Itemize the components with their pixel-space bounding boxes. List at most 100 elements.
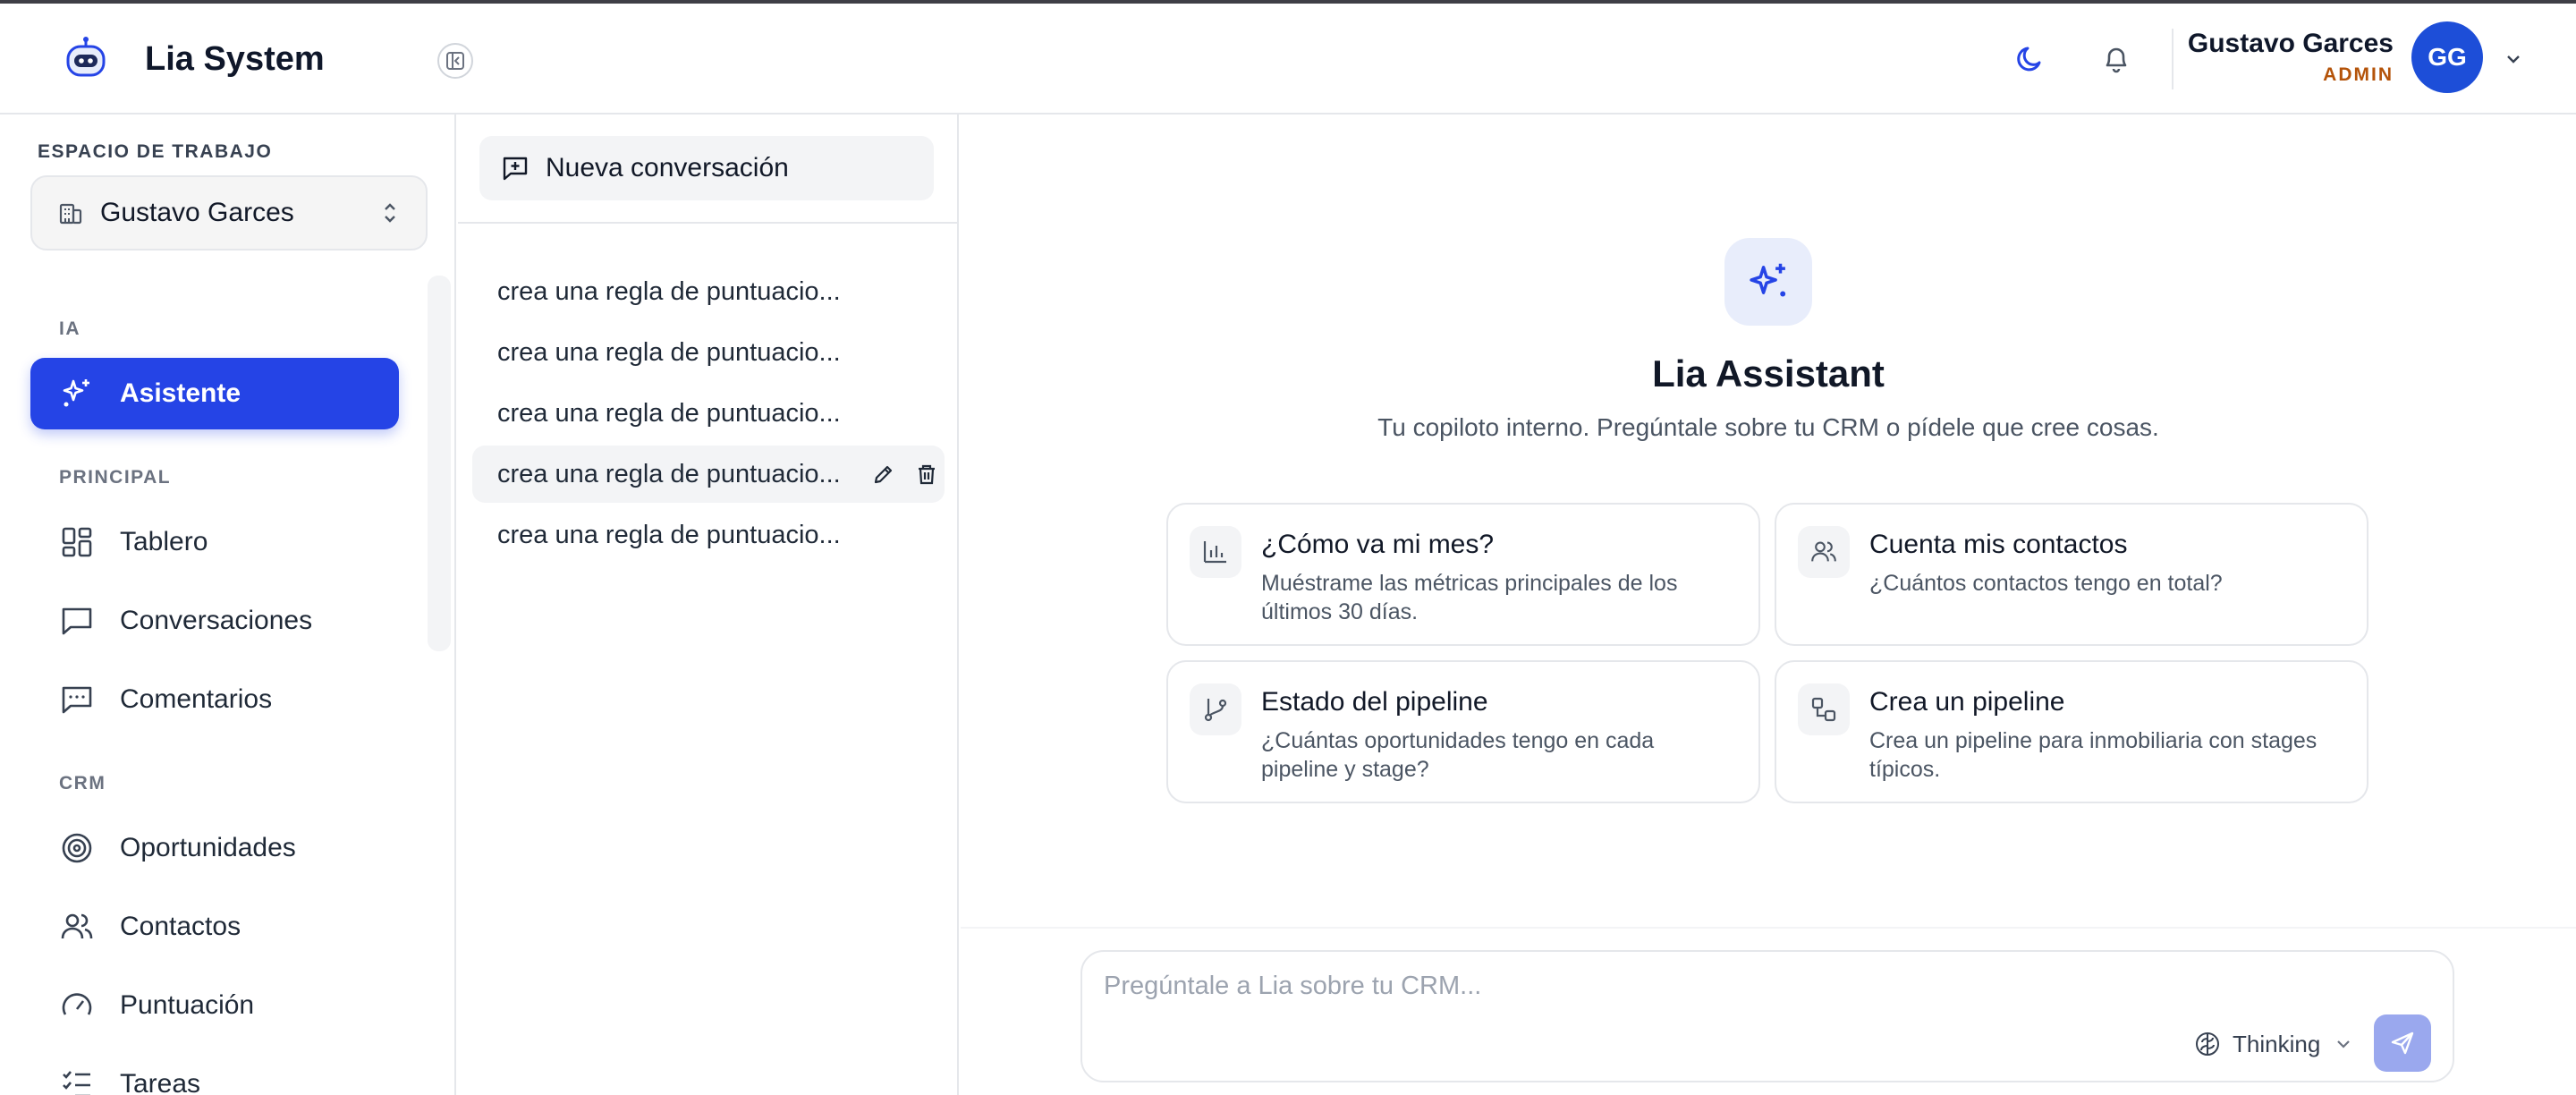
- sidebar-item-label: Contactos: [120, 912, 242, 941]
- user-name: Gustavo Garces: [2187, 29, 2394, 58]
- sidebar-item-puntuacion[interactable]: Puntuación: [30, 970, 399, 1041]
- brand[interactable]: Lia System: [57, 27, 325, 91]
- top-header: Lia System Gustavo Garces ADMIN GG: [0, 4, 2576, 115]
- avatar[interactable]: GG: [2411, 21, 2483, 93]
- card-title: Cuenta mis contactos: [1869, 530, 2128, 559]
- users-icon: [57, 907, 97, 946]
- sidebar-item-label: Tareas: [120, 1069, 201, 1095]
- sparkles-icon: [1724, 238, 1812, 326]
- card-title: Crea un pipeline: [1869, 687, 2065, 717]
- card-description-line: ¿Cuántas oportunidades tengo en cada: [1261, 728, 1655, 753]
- conversation-item[interactable]: crea una regla de puntuacio...: [472, 263, 945, 320]
- card-description-line: ¿Cuántos contactos tengo en total?: [1869, 571, 2223, 596]
- sidebar-item-label: Asistente: [120, 378, 242, 408]
- suggestion-card-pipeline-status[interactable]: Estado del pipeline ¿Cuántas oportunidad…: [1166, 660, 1760, 803]
- header-divider: [2172, 29, 2174, 89]
- sidebar-item-contactos[interactable]: Contactos: [30, 891, 399, 963]
- send-button[interactable]: [2374, 1014, 2431, 1072]
- assistant-title: Lia Assistant: [1652, 352, 1885, 395]
- chevron-down-icon: [2507, 55, 2520, 64]
- pencil-icon: [874, 465, 893, 484]
- workflow-icon: [1798, 683, 1850, 735]
- notifications-button[interactable]: [2093, 36, 2140, 82]
- divider: [458, 222, 957, 224]
- target-icon: [57, 828, 97, 868]
- suggestion-card-create-pipeline[interactable]: Crea un pipeline Crea un pipeline para i…: [1775, 660, 2368, 803]
- user-role: ADMIN: [2323, 64, 2394, 85]
- card-description-line: Crea un pipeline para inmobiliaria con s…: [1869, 728, 2318, 753]
- trash-icon: [919, 464, 935, 485]
- conversation-item[interactable]: crea una regla de puntuacio...: [472, 385, 945, 442]
- robot-logo-icon: [57, 30, 114, 88]
- sidebar-item-label: Tablero: [120, 527, 208, 556]
- conversation-title: crea una regla de puntuacio...: [497, 459, 841, 488]
- sidebar-item-label: Conversaciones: [120, 606, 313, 635]
- assistant-main: Lia Assistant Tu copiloto interno. Pregú…: [961, 115, 2576, 1095]
- conversation-title: crea una regla de puntuacio...: [497, 398, 841, 428]
- card-description-line: típicos.: [1869, 757, 1941, 782]
- assistant-subtitle: Tu copiloto interno. Pregúntale sobre tu…: [1377, 413, 2159, 441]
- conversation-item[interactable]: crea una regla de puntuacio...: [472, 446, 945, 503]
- dashboard-icon: [57, 522, 97, 562]
- conversation-title: crea una regla de puntuacio...: [497, 337, 841, 367]
- delete-conversation-button[interactable]: [909, 456, 945, 492]
- card-title: ¿Cómo va mi mes?: [1261, 530, 1495, 559]
- sidebar-scrollbar[interactable]: [428, 276, 451, 651]
- message-plus-icon: [503, 157, 528, 181]
- conversation-title: crea una regla de puntuacio...: [497, 276, 841, 306]
- card-description-line: últimos 30 días.: [1261, 599, 1419, 624]
- bell-icon: [2106, 47, 2127, 73]
- building-icon: [59, 203, 82, 225]
- composer-divider: [961, 927, 2576, 929]
- card-description-line: Muéstrame las métricas principales de lo…: [1261, 571, 1678, 596]
- conversation-item[interactable]: crea una regla de puntuacio...: [472, 324, 945, 381]
- thinking-mode-selector[interactable]: Thinking: [2193, 1022, 2354, 1066]
- thinking-mode-label: Thinking: [2233, 1030, 2321, 1057]
- sidebar-item-label: Oportunidades: [120, 833, 296, 862]
- sidebar-item-label: Puntuación: [120, 990, 255, 1020]
- sidebar-item-label: Comentarios: [120, 684, 273, 714]
- sidebar-item-oportunidades[interactable]: Oportunidades: [30, 812, 399, 884]
- sidebar-item-tareas[interactable]: Tareas: [30, 1048, 399, 1095]
- workspace-selector[interactable]: Gustavo Garces: [30, 175, 428, 250]
- card-description: ¿Cuántos contactos tengo en total?: [1869, 569, 2223, 598]
- card-description: Muéstrame las métricas principales de lo…: [1261, 569, 1677, 626]
- sidebar-collapse-button[interactable]: [437, 43, 473, 79]
- sidebar: ESPACIO DE TRABAJO Gustavo Garces IA Asi…: [0, 115, 456, 1095]
- suggestion-card-metrics[interactable]: ¿Cómo va mi mes? Muéstrame las métricas …: [1166, 503, 1760, 646]
- moon-icon: [2017, 47, 2041, 72]
- card-description: ¿Cuántas oportunidades tengo en cada pip…: [1261, 726, 1654, 784]
- new-conversation-button[interactable]: Nueva conversación: [479, 136, 934, 200]
- sparkles-icon: [57, 374, 97, 413]
- message-dots-icon: [57, 680, 97, 719]
- rename-conversation-button[interactable]: [866, 456, 902, 492]
- section-label-crm: CRM: [59, 773, 106, 794]
- user-menu-button[interactable]: [2501, 47, 2526, 72]
- sidebar-item-conversaciones[interactable]: Conversaciones: [30, 585, 399, 657]
- conversation-title: crea una regla de puntuacio...: [497, 520, 841, 549]
- users-icon: [1798, 526, 1850, 578]
- workspace-name: Gustavo Garces: [100, 198, 294, 227]
- brain-icon: [2196, 1032, 2219, 1056]
- chat-composer[interactable]: Pregúntale a Lia sobre tu CRM... Thinkin…: [1080, 950, 2454, 1082]
- card-description-line: pipeline y stage?: [1261, 757, 1429, 782]
- app-title: Lia System: [145, 39, 325, 78]
- send-icon: [2391, 1031, 2414, 1055]
- section-label-principal: PRINCIPAL: [59, 467, 172, 488]
- sidebar-item-asistente[interactable]: Asistente: [30, 358, 399, 429]
- bar-chart-icon: [1190, 526, 1241, 578]
- sidebar-item-tablero[interactable]: Tablero: [30, 506, 399, 578]
- composer-input[interactable]: Pregúntale a Lia sobre tu CRM...: [1104, 972, 1481, 1001]
- suggestion-card-contacts[interactable]: Cuenta mis contactos ¿Cuántos contactos …: [1775, 503, 2368, 646]
- message-square-icon: [57, 601, 97, 641]
- conversation-actions: [859, 456, 945, 492]
- card-description: Crea un pipeline para inmobiliaria con s…: [1869, 726, 2317, 784]
- sidebar-item-comentarios[interactable]: Comentarios: [30, 664, 399, 735]
- chevron-down-icon: [2333, 1033, 2354, 1055]
- list-checks-icon: [57, 1065, 97, 1095]
- theme-toggle-button[interactable]: [2007, 36, 2054, 82]
- conversation-item[interactable]: crea una regla de puntuacio...: [472, 506, 945, 564]
- conversation-list-panel: Nueva conversación crea una regla de pun…: [458, 115, 959, 1095]
- git-branch-icon: [1190, 683, 1241, 735]
- gauge-icon: [57, 986, 97, 1025]
